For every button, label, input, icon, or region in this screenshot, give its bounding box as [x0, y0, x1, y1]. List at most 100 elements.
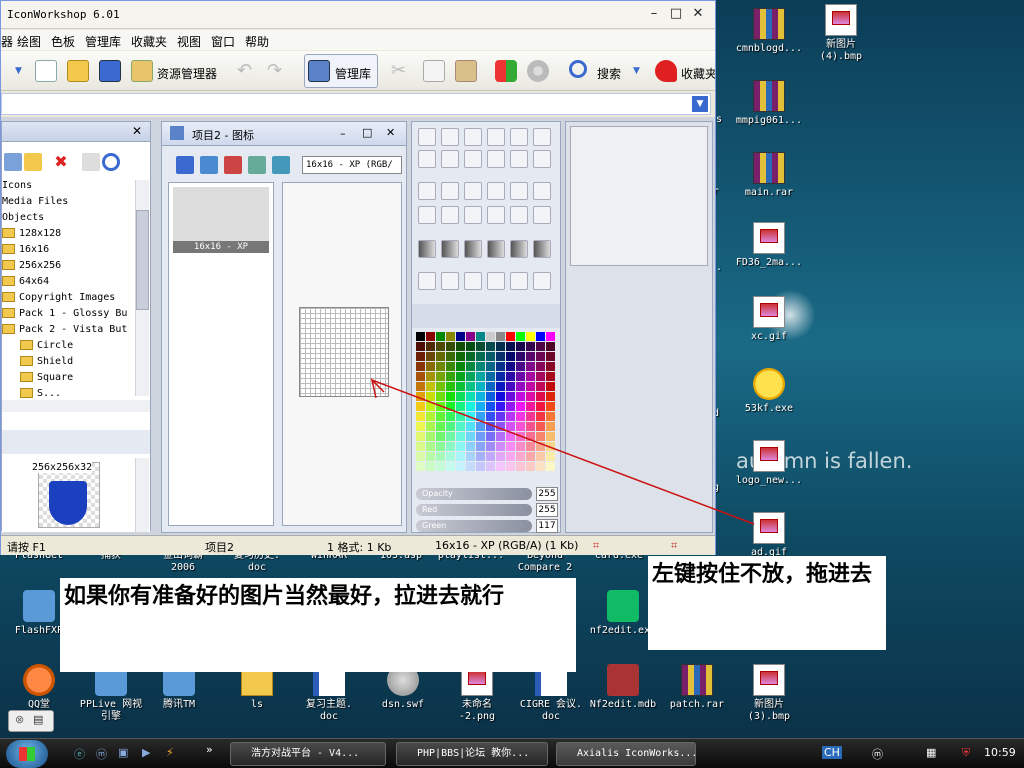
- palette-swatch[interactable]: [456, 422, 465, 431]
- shield-tray-icon[interactable]: ⛨: [962, 746, 970, 760]
- redo-icon[interactable]: ↷: [267, 60, 289, 82]
- favorites-button[interactable]: 收藏夹: [681, 65, 715, 82]
- palette-swatch[interactable]: [456, 462, 465, 471]
- open-library-icon[interactable]: [24, 153, 42, 171]
- palette-swatch[interactable]: [476, 452, 485, 461]
- palette-swatch[interactable]: [436, 342, 445, 351]
- palette-swatch[interactable]: [486, 402, 495, 411]
- palette-swatch[interactable]: [526, 402, 535, 411]
- palette-swatch[interactable]: [486, 332, 495, 341]
- palette-swatch[interactable]: [526, 372, 535, 381]
- palette-swatch[interactable]: [416, 382, 425, 391]
- palette-swatch[interactable]: [526, 432, 535, 441]
- resource-manager-button[interactable]: 资源管理器: [157, 65, 217, 82]
- brush-size-3-icon[interactable]: [464, 182, 482, 200]
- palette-swatch[interactable]: [486, 362, 495, 371]
- palette-swatch[interactable]: [506, 412, 515, 421]
- palette-swatch[interactable]: [496, 352, 505, 361]
- palette-swatch[interactable]: [436, 392, 445, 401]
- palette-swatch[interactable]: [506, 382, 515, 391]
- slider-red[interactable]: Red: [416, 504, 532, 516]
- search-button[interactable]: 搜索: [597, 65, 621, 82]
- gear-icon[interactable]: [527, 60, 549, 82]
- palette-swatch[interactable]: [416, 432, 425, 441]
- shape-icon[interactable]: [533, 150, 551, 168]
- palette-swatch[interactable]: [486, 452, 495, 461]
- tree-item[interactable]: S...: [2, 386, 134, 398]
- heart-icon[interactable]: [655, 60, 677, 82]
- brush-size-12-icon[interactable]: [533, 206, 551, 224]
- palette-swatch[interactable]: [436, 432, 445, 441]
- palette-swatch[interactable]: [506, 452, 515, 461]
- palette-swatch[interactable]: [506, 332, 515, 341]
- palette-swatch[interactable]: [456, 382, 465, 391]
- tree-item[interactable]: Pack 1 - Glossy Bu: [2, 306, 134, 322]
- palette-swatch[interactable]: [456, 442, 465, 451]
- palette-swatch[interactable]: [496, 422, 505, 431]
- palette-swatch[interactable]: [506, 462, 515, 471]
- brush-size-2-icon[interactable]: [441, 182, 459, 200]
- palette-swatch[interactable]: [536, 362, 545, 371]
- new-file-icon[interactable]: [35, 60, 57, 82]
- palette-swatch[interactable]: [436, 352, 445, 361]
- project-title-bar[interactable]: 项目2 - 图标 – □ ✕: [162, 122, 406, 146]
- palette-swatch[interactable]: [446, 432, 455, 441]
- palette-swatch[interactable]: [436, 402, 445, 411]
- resource-manager-icon[interactable]: [131, 60, 153, 82]
- palette-swatch[interactable]: [466, 402, 475, 411]
- menu-help[interactable]: 帮助: [245, 33, 269, 50]
- palette-swatch[interactable]: [546, 422, 555, 431]
- palette-swatch[interactable]: [496, 382, 505, 391]
- ellipse-icon[interactable]: [487, 150, 505, 168]
- palette-swatch[interactable]: [496, 452, 505, 461]
- redo-shape-icon[interactable]: [464, 272, 482, 290]
- desktop-icon-bottom-10[interactable]: Nf2edit.mdb: [584, 664, 662, 711]
- palette-swatch[interactable]: [536, 372, 545, 381]
- palette-swatch[interactable]: [536, 462, 545, 471]
- palette-swatch[interactable]: [486, 372, 495, 381]
- floating-mini-toolbar[interactable]: ⊗ ▤: [8, 710, 54, 732]
- tray-icon-1[interactable]: ⓜ: [872, 746, 883, 762]
- palette-swatch[interactable]: [426, 402, 435, 411]
- palette-swatch[interactable]: [446, 332, 455, 341]
- palette-swatch[interactable]: [516, 372, 525, 381]
- palette-swatch[interactable]: [426, 452, 435, 461]
- palette-swatch[interactable]: [476, 412, 485, 421]
- line-icon[interactable]: [418, 150, 436, 168]
- format-thumb[interactable]: [173, 187, 269, 247]
- start-button[interactable]: [6, 740, 48, 768]
- palette-swatch[interactable]: [506, 392, 515, 401]
- palette-swatch[interactable]: [456, 432, 465, 441]
- palette-swatch[interactable]: [516, 452, 525, 461]
- ie-icon[interactable]: ⓔ: [74, 746, 85, 762]
- palette-swatch[interactable]: [506, 442, 515, 451]
- gradient-5-icon[interactable]: [510, 240, 528, 258]
- tree-item[interactable]: Media Files: [2, 194, 134, 210]
- windows-icon[interactable]: [495, 60, 517, 82]
- palette-swatch[interactable]: [526, 392, 535, 401]
- palette-swatch[interactable]: [506, 422, 515, 431]
- palette-swatch[interactable]: [506, 432, 515, 441]
- palette-swatch[interactable]: [496, 432, 505, 441]
- brush-size-7-icon[interactable]: [418, 206, 436, 224]
- palette-swatch[interactable]: [536, 452, 545, 461]
- palette-swatch[interactable]: [446, 452, 455, 461]
- tree-item[interactable]: 256x256: [2, 258, 134, 274]
- desktop-icon-bottom-5[interactable]: 复习主题. doc: [290, 664, 368, 723]
- desktop-icon-bottom-8[interactable]: CIGRE 会议. doc: [512, 664, 590, 723]
- palette-swatch[interactable]: [426, 352, 435, 361]
- palette-swatch[interactable]: [436, 452, 445, 461]
- desktop-icon-bottom-7[interactable]: 未命名 -2.png: [438, 664, 516, 723]
- palette-swatch[interactable]: [546, 442, 555, 451]
- palette-swatch[interactable]: [516, 362, 525, 371]
- media-player-icon[interactable]: ▶: [142, 746, 150, 759]
- mini-close-icon[interactable]: ⊗: [15, 713, 24, 726]
- color-icon[interactable]: [533, 272, 551, 290]
- filled-rect-icon[interactable]: [464, 150, 482, 168]
- palette-swatch[interactable]: [516, 412, 525, 421]
- text-icon[interactable]: [487, 272, 505, 290]
- panel-close-icon[interactable]: ✕: [132, 124, 142, 138]
- pencil-icon[interactable]: [487, 128, 505, 146]
- palette-swatch[interactable]: [416, 442, 425, 451]
- resize-grip-icon[interactable]: ⌗: [671, 539, 677, 553]
